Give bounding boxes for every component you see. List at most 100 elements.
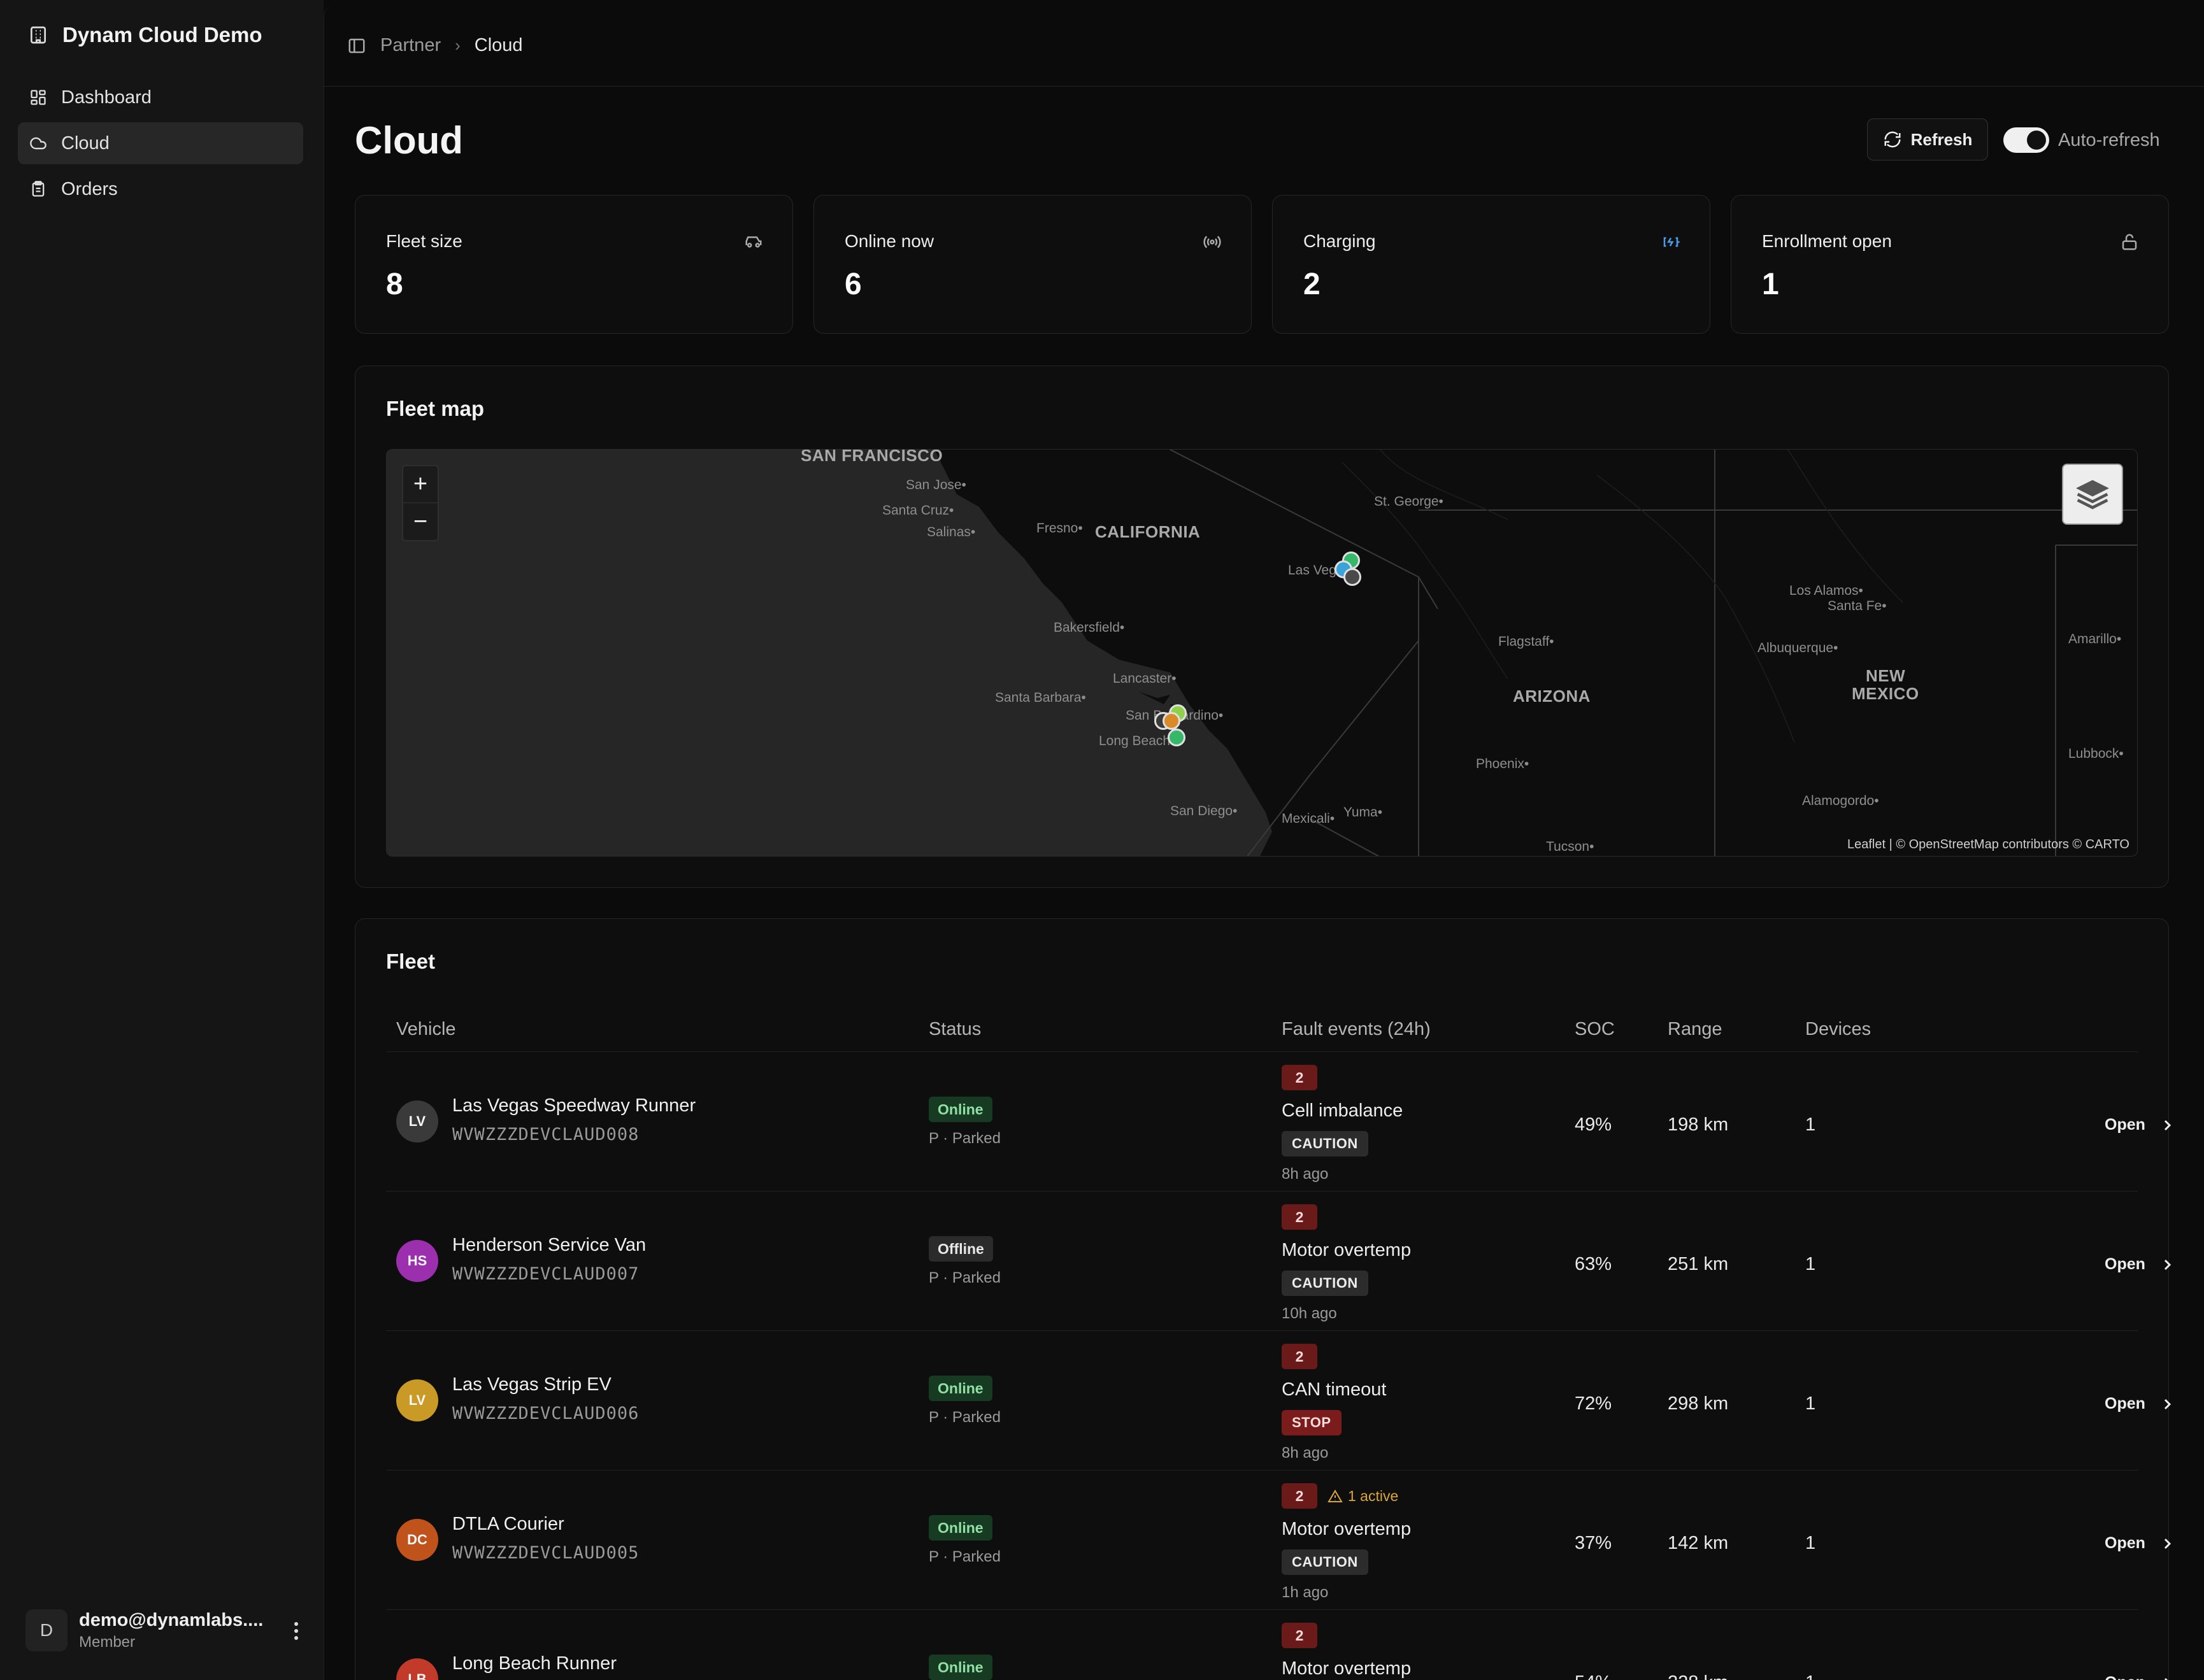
vehicle-name: Las Vegas Strip EV [452,1374,612,1395]
stat-card-fleet-size: Fleet size 8 [355,195,793,334]
map-attribution[interactable]: Leaflet | © OpenStreetMap contributors ©… [1847,837,2129,852]
stat-label: Enrollment open [1762,231,1892,251]
status-badge: Online [929,1655,992,1680]
fleet-card: Fleet Vehicle Status Fault events (24h) … [355,918,2172,1680]
map-label: Long Beach [1099,734,1171,748]
layers-button[interactable] [2062,464,2123,525]
fault-name: Motor overtemp [1282,1240,1412,1260]
table-row[interactable]: LV Las Vegas Strip EV WVWZZZDEVCLAUD006 … [386,1331,2172,1470]
user-email: demo@dynamlabs.... [79,1609,264,1630]
map-label: Phoenix• [1476,757,1529,771]
auto-refresh-toggle[interactable] [2003,127,2049,153]
open-button[interactable]: Open [2105,1255,2175,1274]
zoom-out-button[interactable]: − [403,503,438,540]
vehicle-marker[interactable] [1163,712,1180,730]
vehicle-vin: WVWZZZDEVCLAUD006 [452,1404,640,1423]
map-label: Fresno• [1036,521,1083,536]
fault-count-badge: 2 [1282,1065,1317,1090]
user-account[interactable]: D demo@dynamlabs.... Member [25,1608,306,1653]
vehicle-marker[interactable] [1168,729,1185,746]
table-row[interactable]: LB Long Beach Runner Online 2 Motor over… [386,1610,2168,1680]
map-label: Mexicali• [1282,811,1335,826]
fault-time: 10h ago [1282,1305,1337,1322]
open-button[interactable]: Open [2105,1674,2175,1680]
map-label: Yuma• [1343,805,1383,820]
map-label: NEW [1866,666,1906,685]
map-label: Lubbock• [2068,746,2124,761]
column-header-range: Range [1668,1019,1722,1039]
vehicle-avatar: HS [396,1240,438,1282]
soc-value: 54% [1575,1672,1612,1680]
chevron-right-icon [2164,1677,2168,1680]
user-role: Member [79,1633,136,1651]
map-label: CALIFORNIA [1095,522,1201,541]
car-icon [745,236,762,248]
map-label: Santa Fe• [1828,599,1887,613]
more-vertical-icon[interactable] [287,1619,306,1642]
warning-icon [1327,1489,1343,1502]
refresh-label: Refresh [1910,129,1973,149]
table-row[interactable]: DC DTLA Courier WVWZZZDEVCLAUD005 Online… [386,1470,2172,1609]
stat-label: Charging [1303,231,1376,251]
open-button[interactable]: Open [2105,1395,2175,1413]
stat-value: 2 [1303,267,1320,301]
vehicle-name: DTLA Courier [452,1514,564,1534]
sidebar-item-dashboard[interactable]: Dashboard [18,76,303,118]
open-button[interactable]: Open [2105,1116,2175,1134]
map-label: Lancaster• [1113,671,1177,686]
refresh-button[interactable]: Refresh [1867,118,1988,160]
severity-badge: CAUTION [1282,1549,1368,1575]
open-button[interactable]: Open [2105,1534,2175,1553]
column-header-status: Status [929,1019,982,1039]
sidebar-item-cloud[interactable]: Cloud [18,122,303,164]
topbar: Partner › Cloud [324,5,2204,87]
soc-value: 63% [1575,1254,1612,1274]
stat-label: Fleet size [386,231,462,251]
stat-value: 6 [845,267,862,301]
vehicle-name: Long Beach Runner [452,1653,617,1674]
open-label: Open [2105,1255,2145,1273]
fleet-map[interactable]: + − SAN FRANCISCO San Jose• Santa Cruz• … [386,449,2138,857]
fault-count-badge: 2 [1282,1623,1317,1648]
zoom-in-button[interactable]: + [403,466,438,503]
fleet-title: Fleet [386,950,436,973]
signal-icon [1203,236,1221,248]
fault-name: CAN timeout [1282,1379,1387,1400]
brand[interactable]: Dynam Cloud Demo [28,23,262,47]
map-label: San Jose• [906,478,966,492]
table-row[interactable]: LV Las Vegas Speedway Runner WVWZZZDEVCL… [386,1052,2172,1191]
vehicle-avatar: LV [396,1100,438,1143]
map-label: Tucson• [1546,839,1594,854]
column-header-fault-events: Fault events (24h) [1282,1019,1431,1039]
map-label: ARIZONA [1513,687,1591,706]
fault-time: 1h ago [1282,1584,1329,1601]
fault-count-badge: 2 [1282,1344,1317,1369]
auto-refresh-label: Auto-refresh [2058,130,2160,150]
sidebar-item-orders[interactable]: Orders [18,168,303,210]
range-value: 142 km [1668,1533,1729,1553]
table-row[interactable]: HS Henderson Service Van WVWZZZDEVCLAUD0… [386,1192,2172,1330]
sidebar-nav: Dashboard Cloud Orders [18,76,303,214]
vehicle-vin: WVWZZZDEVCLAUD005 [452,1543,640,1563]
fault-time: 8h ago [1282,1444,1329,1462]
stat-value: 1 [1762,267,1779,301]
status-detail: P · Parked [929,1269,1001,1286]
fleet-map-title: Fleet map [386,397,485,420]
vehicle-marker[interactable] [1343,568,1361,586]
breadcrumb-parent[interactable]: Partner [380,35,441,56]
page-title: Cloud [355,119,463,162]
severity-badge: CAUTION [1282,1131,1368,1157]
status-badge: Offline [929,1236,993,1262]
soc-value: 37% [1575,1533,1612,1553]
stat-card-charging: Charging 2 [1272,195,1710,334]
severity-badge: STOP [1282,1410,1342,1435]
building-icon [31,26,46,44]
column-header-vehicle: Vehicle [396,1019,456,1039]
sidebar-toggle-icon[interactable] [347,36,366,55]
sidebar-item-label: Dashboard [61,87,152,108]
map-label: St. George• [1374,494,1443,509]
range-value: 198 km [1668,1114,1729,1135]
vehicle-name: Henderson Service Van [452,1235,647,1255]
chevron-right-icon [2164,1259,2172,1270]
soc-value: 49% [1575,1114,1612,1135]
